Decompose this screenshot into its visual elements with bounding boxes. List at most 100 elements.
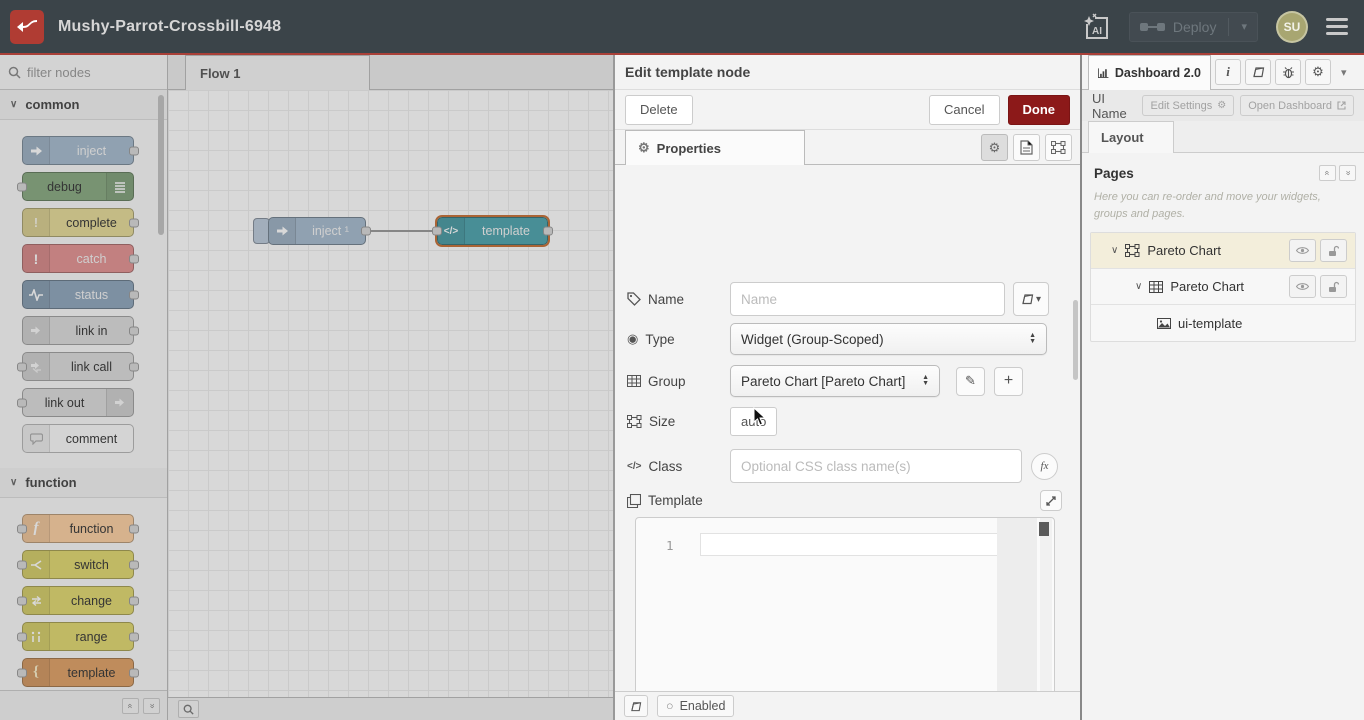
dialog-footer: ○ Enabled	[615, 691, 1080, 720]
svg-text:AI: AI	[1092, 26, 1102, 37]
status-circle-icon: ○	[666, 699, 674, 713]
main-menu-button[interactable]	[1326, 18, 1348, 35]
plus-icon: +	[1004, 372, 1013, 390]
tab-properties[interactable]: ⚙ Properties	[625, 130, 805, 165]
sidebar-tabs-caret-icon[interactable]: ▾	[1341, 66, 1347, 79]
chevron-down-icon[interactable]: ∨	[1111, 245, 1118, 256]
visibility-eye-button[interactable]	[1289, 239, 1316, 262]
help-button[interactable]	[1245, 59, 1271, 85]
book-icon	[1252, 66, 1265, 78]
deploy-button[interactable]: Deploy ▾	[1129, 12, 1258, 42]
deploy-options-caret-icon[interactable]: ▾	[1237, 20, 1251, 33]
page-frame-icon	[1125, 244, 1140, 257]
document-icon	[1020, 140, 1033, 155]
ui-name-label: UI Name	[1092, 91, 1136, 121]
tree-row-group-pareto-chart[interactable]: ∨ Pareto Chart	[1091, 269, 1355, 305]
expand-icon	[1046, 496, 1056, 506]
copy-pages-icon	[627, 494, 641, 508]
settings-button[interactable]: ⚙	[1305, 59, 1331, 85]
modal-shade	[0, 55, 613, 720]
editor-current-line[interactable]	[700, 533, 1000, 556]
edit-settings-button[interactable]: Edit Settings ⚙	[1142, 95, 1234, 116]
layout-tabbar: Layout	[1082, 121, 1364, 153]
group-field-label: Group	[627, 374, 730, 389]
unlock-icon	[1328, 281, 1339, 293]
debug-button[interactable]	[1275, 59, 1301, 85]
pages-expand-all-button[interactable]: «	[1339, 165, 1356, 181]
size-frame-icon	[627, 415, 642, 428]
delete-button[interactable]: Delete	[625, 95, 693, 125]
node-help-button[interactable]	[624, 695, 648, 717]
appearance-frame-icon	[1051, 141, 1066, 154]
pencil-icon: ✎	[965, 373, 976, 389]
properties-gear-button[interactable]: ⚙	[981, 134, 1008, 161]
expand-editor-button[interactable]	[1040, 490, 1062, 511]
done-button[interactable]: Done	[1008, 95, 1071, 125]
eye-icon	[1296, 246, 1309, 255]
caret-down-icon: ▾	[1036, 294, 1041, 305]
open-dashboard-button[interactable]: Open Dashboard	[1240, 95, 1354, 116]
bug-icon	[1282, 66, 1295, 79]
edit-group-button[interactable]: ✎	[956, 367, 985, 396]
dialog-scrollbar[interactable]	[1073, 300, 1078, 380]
description-button[interactable]	[1013, 134, 1040, 161]
book-icon	[630, 701, 642, 712]
tab-dashboard-2[interactable]: Dashboard 2.0	[1088, 55, 1211, 90]
label-options-button[interactable]: ▾	[1013, 282, 1049, 316]
lock-button[interactable]	[1320, 239, 1347, 262]
editor-scrollbar-thumb[interactable]	[1039, 522, 1049, 536]
name-field-label: Name	[627, 292, 730, 307]
line-number: 1	[666, 538, 674, 553]
dialog-tabbar: ⚙ Properties ⚙	[615, 130, 1080, 165]
dialog-title: Edit template node	[615, 55, 1080, 90]
add-group-button[interactable]: +	[994, 367, 1023, 396]
group-grid-icon	[1149, 281, 1163, 293]
table-grid-icon	[627, 375, 641, 387]
type-field-label: ◉ Type	[627, 331, 730, 347]
scope-target-icon: ◉	[627, 331, 638, 347]
pages-collapse-all-button[interactable]: «	[1319, 165, 1336, 181]
group-select[interactable]: Pareto Chart [Pareto Chart] ▲▼	[730, 365, 940, 397]
tab-layout[interactable]: Layout	[1088, 121, 1174, 153]
class-input[interactable]	[730, 449, 1022, 483]
pages-help-text: Here you can re-order and move your widg…	[1094, 189, 1352, 222]
appearance-button[interactable]	[1045, 134, 1072, 161]
app-header: Mushy-Parrot-Crossbill-6948 AI Deploy ▾ …	[0, 0, 1364, 55]
node-enabled-toggle[interactable]: ○ Enabled	[657, 695, 734, 717]
info-button[interactable]: i	[1215, 59, 1241, 85]
class-field-label: </> Class	[627, 459, 730, 474]
gear-icon: ⚙	[1312, 64, 1324, 80]
fx-button[interactable]: fx	[1031, 453, 1058, 480]
name-input[interactable]	[730, 282, 1005, 316]
external-link-icon	[1337, 101, 1346, 110]
type-select[interactable]: Widget (Group-Scoped) ▲▼	[730, 323, 1047, 355]
bar-chart-icon	[1098, 67, 1109, 79]
gear-icon: ⚙	[1217, 100, 1226, 111]
code-icon: </>	[627, 461, 641, 472]
edit-node-dialog: Edit template node Delete Cancel Done ⚙ …	[613, 55, 1080, 720]
pages-title: Pages	[1094, 166, 1134, 181]
book-icon	[1021, 293, 1034, 305]
editor-minimap[interactable]	[997, 518, 1037, 720]
info-icon: i	[1226, 64, 1230, 80]
deploy-nodes-icon	[1140, 23, 1165, 31]
unlock-icon	[1328, 245, 1339, 257]
size-field-label: Size	[627, 414, 730, 429]
ai-assistant-button[interactable]: AI	[1081, 12, 1111, 42]
tag-icon	[627, 292, 641, 306]
chevron-down-icon[interactable]: ∨	[1135, 281, 1142, 292]
gear-icon: ⚙	[989, 140, 1001, 156]
fx-icon: fx	[1041, 460, 1049, 472]
user-avatar[interactable]: SU	[1276, 11, 1308, 43]
cancel-button[interactable]: Cancel	[929, 95, 999, 125]
mouse-cursor	[753, 407, 767, 427]
workspace-title: Mushy-Parrot-Crossbill-6948	[58, 18, 281, 36]
template-code-editor[interactable]: 1	[635, 517, 1055, 720]
eye-icon	[1296, 282, 1309, 291]
node-red-logo-icon	[10, 10, 44, 44]
lock-button[interactable]	[1320, 275, 1347, 298]
visibility-eye-button[interactable]	[1289, 275, 1316, 298]
editor-scrollbar[interactable]	[1040, 518, 1052, 720]
tree-row-page-pareto-chart[interactable]: ∨ Pareto Chart	[1091, 233, 1355, 269]
tree-row-widget-ui-template[interactable]: ui-template	[1091, 305, 1355, 341]
